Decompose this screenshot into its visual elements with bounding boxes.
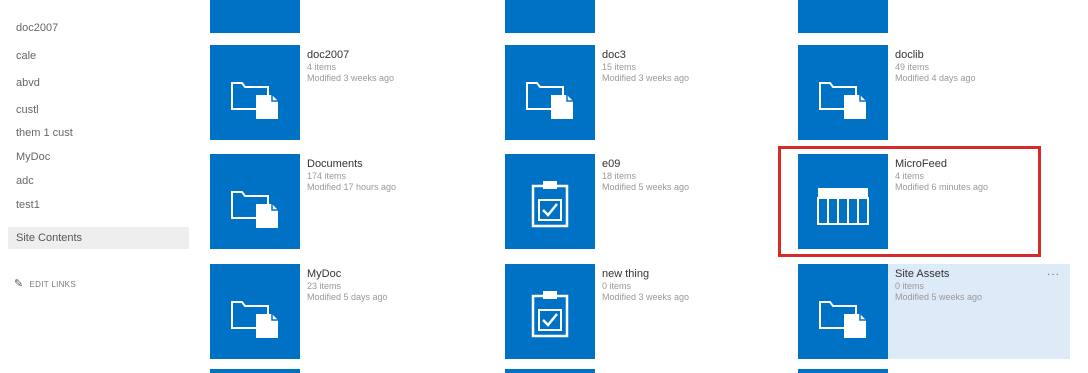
- pencil-icon: ✎: [14, 278, 24, 290]
- folder-icon: [231, 191, 278, 228]
- nav-item-cale[interactable]: cale: [8, 45, 189, 67]
- tile-item-count: 0 items: [602, 281, 632, 291]
- tile-title[interactable]: Site Assets: [895, 268, 1035, 281]
- tile-thumbnail[interactable]: [210, 154, 300, 249]
- nav-item-custl[interactable]: custl: [8, 99, 189, 121]
- tile-modified: Modified 5 days ago: [307, 292, 388, 302]
- app-tile-mydoc[interactable]: MyDoc 23 items Modified 5 days ago: [210, 264, 388, 359]
- tile-modified: Modified 3 weeks ago: [307, 73, 395, 83]
- clipboard-check-icon: [531, 181, 569, 228]
- tile-title[interactable]: MyDoc: [307, 268, 447, 281]
- tile-modified: Modified 3 weeks ago: [602, 292, 690, 302]
- nav-item-abvd[interactable]: abvd: [8, 72, 189, 94]
- nav-item-test1[interactable]: test1: [8, 194, 189, 216]
- app-tile-site-assets[interactable]: Site Assets 0 items Modified 5 weeks ago…: [798, 264, 1070, 359]
- app-tile-doc3[interactable]: doc3 15 items Modified 3 weeks ago: [505, 45, 689, 140]
- tile-item-count: 0 items: [895, 281, 925, 291]
- tile-thumbnail[interactable]: [798, 264, 888, 359]
- tile-title[interactable]: Documents: [307, 158, 447, 171]
- tile-thumb-partial: [798, 0, 888, 33]
- tile-info: new thing 0 items Modified 3 weeks ago: [602, 268, 742, 303]
- tile-title[interactable]: doclib: [895, 49, 1035, 62]
- tile-item-count: 23 items: [307, 281, 342, 291]
- tile-info: doc2007 4 items Modified 3 weeks ago: [307, 49, 447, 84]
- clipboard-check-icon: [531, 291, 569, 338]
- highlight-box: [778, 146, 1041, 257]
- tile-thumbnail[interactable]: [210, 45, 300, 140]
- tile-modified: Modified 4 days ago: [895, 73, 976, 83]
- tile-info: Site Assets 0 items Modified 5 weeks ago: [895, 268, 1035, 303]
- folder-icon: [819, 301, 866, 338]
- tile-thumb-partial: [505, 0, 595, 33]
- tile-thumb-partial: [210, 369, 300, 373]
- edit-links-button[interactable]: ✎ EDIT LINKS: [14, 277, 76, 290]
- tile-thumbnail[interactable]: [505, 45, 595, 140]
- nav-item-them-1-cust[interactable]: them 1 cust: [8, 122, 189, 144]
- tile-thumb-partial: [505, 369, 595, 373]
- tile-modified: Modified 17 hours ago: [307, 182, 397, 192]
- folder-icon: [231, 301, 278, 338]
- folder-icon: [526, 82, 573, 119]
- app-tile-new-thing[interactable]: new thing 0 items Modified 3 weeks ago: [505, 264, 689, 359]
- tile-info: Documents 174 items Modified 17 hours ag…: [307, 158, 447, 193]
- nav-item-doc2007[interactable]: doc2007: [8, 17, 189, 39]
- nav-item-mydoc[interactable]: MyDoc: [8, 146, 189, 168]
- tile-thumbnail[interactable]: [210, 264, 300, 359]
- tile-thumbnail[interactable]: [505, 154, 595, 249]
- tile-thumbnail[interactable]: [505, 264, 595, 359]
- edit-links-label: EDIT LINKS: [29, 280, 76, 289]
- tile-item-count: 4 items: [307, 62, 337, 72]
- folder-icon: [819, 82, 866, 119]
- tile-thumb-partial: [798, 369, 888, 373]
- tile-thumbnail[interactable]: [798, 45, 888, 140]
- tile-info: MyDoc 23 items Modified 5 days ago: [307, 268, 447, 303]
- tile-item-count: 174 items: [307, 171, 347, 181]
- tile-item-count: 49 items: [895, 62, 930, 72]
- tile-modified: Modified 5 weeks ago: [602, 182, 690, 192]
- tile-info: e09 18 items Modified 5 weeks ago: [602, 158, 742, 193]
- nav-item-adc[interactable]: adc: [8, 170, 189, 192]
- tile-info: doclib 49 items Modified 4 days ago: [895, 49, 1035, 84]
- tile-thumb-partial: [210, 0, 300, 33]
- quick-launch-nav: doc2007 cale abvd custl them 1 cust MyDo…: [0, 0, 195, 373]
- ellipsis-menu-icon[interactable]: ...: [1047, 264, 1060, 278]
- tile-item-count: 15 items: [602, 62, 637, 72]
- tile-item-count: 18 items: [602, 171, 637, 181]
- tile-modified: Modified 5 weeks ago: [895, 292, 983, 302]
- tile-info: doc3 15 items Modified 3 weeks ago: [602, 49, 742, 84]
- tile-title[interactable]: doc2007: [307, 49, 447, 62]
- tile-title[interactable]: e09: [602, 158, 742, 171]
- app-tile-documents[interactable]: Documents 174 items Modified 17 hours ag…: [210, 154, 396, 249]
- app-tile-doc2007[interactable]: doc2007 4 items Modified 3 weeks ago: [210, 45, 394, 140]
- tile-title[interactable]: new thing: [602, 268, 742, 281]
- app-tile-doclib[interactable]: doclib 49 items Modified 4 days ago: [798, 45, 976, 140]
- tile-title[interactable]: doc3: [602, 49, 742, 62]
- folder-icon: [231, 82, 278, 119]
- nav-item-site-contents[interactable]: Site Contents: [8, 227, 189, 249]
- app-tile-e09[interactable]: e09 18 items Modified 5 weeks ago: [505, 154, 689, 249]
- tile-modified: Modified 3 weeks ago: [602, 73, 690, 83]
